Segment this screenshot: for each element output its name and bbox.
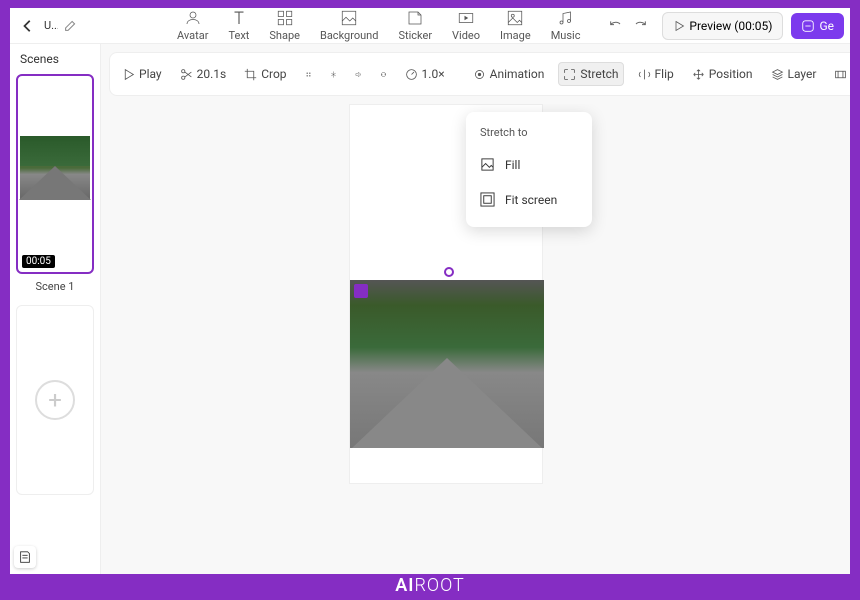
scene-thumbnail xyxy=(20,136,90,200)
project-title[interactable]: U... xyxy=(44,19,58,32)
scenes-panel: Scenes 00:05 Scene 1 + xyxy=(10,44,101,574)
speed-button[interactable]: 1.0× xyxy=(401,63,449,85)
generate-icon xyxy=(801,19,815,33)
top-bar: U... Avatar Text Shape Background xyxy=(10,8,850,44)
dropdown-heading: Stretch to xyxy=(466,122,592,147)
scene-card[interactable]: 00:05 xyxy=(16,74,94,274)
tool-music[interactable]: Music xyxy=(551,9,581,42)
stretch-button[interactable]: Stretch xyxy=(558,62,623,86)
timeline-icon xyxy=(834,68,847,81)
flip-button[interactable]: Flip xyxy=(634,63,678,85)
position-icon xyxy=(692,68,705,81)
layer-button[interactable]: Layer xyxy=(767,63,821,85)
tool-text[interactable]: Text xyxy=(228,9,249,42)
volume-icon[interactable] xyxy=(351,67,366,82)
pencil-icon[interactable] xyxy=(64,19,77,32)
position-button[interactable]: Position xyxy=(688,63,757,85)
timeline-button[interactable]: Timeline xyxy=(830,63,850,85)
play-icon xyxy=(122,68,135,81)
back-button[interactable] xyxy=(16,14,40,38)
flip-icon xyxy=(638,68,651,81)
duration-button[interactable]: 20.1s xyxy=(176,63,231,85)
canvas-content[interactable]: Stretch to Fill Fit screen xyxy=(101,104,850,574)
dropdown-option-fit[interactable]: Fit screen xyxy=(466,182,592,217)
shape-icon xyxy=(276,9,294,27)
scene-duration-badge: 00:05 xyxy=(22,255,55,268)
note-icon xyxy=(18,550,32,564)
generate-button[interactable]: Ge xyxy=(791,13,844,39)
fit-screen-icon xyxy=(480,192,495,207)
animation-button[interactable]: Animation xyxy=(469,63,549,85)
layer-icon xyxy=(771,68,784,81)
chevron-left-icon xyxy=(21,19,35,33)
text-icon xyxy=(230,9,248,27)
sticker-icon xyxy=(406,9,424,27)
stretch-icon xyxy=(563,68,576,81)
animation-icon xyxy=(473,68,486,81)
stretch-dropdown: Stretch to Fill Fit screen xyxy=(466,112,592,227)
music-icon xyxy=(557,9,575,27)
play-button[interactable]: Play xyxy=(118,63,166,85)
tool-background[interactable]: Background xyxy=(320,9,378,42)
add-scene-button[interactable]: + xyxy=(16,305,94,495)
canvas-area: Play 20.1s Crop 1.0× xyxy=(101,44,850,574)
image-icon xyxy=(506,9,524,27)
fill-icon xyxy=(480,157,495,172)
rotate-handle[interactable] xyxy=(444,267,454,277)
dropdown-option-fill[interactable]: Fill xyxy=(466,147,592,182)
scene-name: Scene 1 xyxy=(36,280,75,293)
scenes-heading: Scenes xyxy=(20,52,59,66)
redo-icon[interactable] xyxy=(632,18,648,34)
tool-sticker[interactable]: Sticker xyxy=(398,9,432,42)
play-icon xyxy=(673,20,685,32)
avatar-icon xyxy=(184,9,202,27)
undo-icon[interactable] xyxy=(608,18,624,34)
preview-button[interactable]: Preview (00:05) xyxy=(662,12,783,40)
brand-logo: AIROOT xyxy=(0,575,860,596)
canvas-image[interactable] xyxy=(350,280,544,448)
canvas-toolbar: Play 20.1s Crop 1.0× xyxy=(109,52,850,96)
tool-avatar[interactable]: Avatar xyxy=(177,9,208,42)
speed-icon xyxy=(405,68,418,81)
image-badge-icon xyxy=(354,284,368,298)
tool-video[interactable]: Video xyxy=(452,9,480,42)
insert-tools: Avatar Text Shape Background Sticker Vid… xyxy=(177,9,580,42)
scissors-icon xyxy=(180,68,193,81)
video-icon xyxy=(457,9,475,27)
adjust-icon[interactable] xyxy=(326,67,341,82)
tool-shape[interactable]: Shape xyxy=(269,9,300,42)
notes-button[interactable] xyxy=(14,546,36,568)
filter-icon[interactable] xyxy=(301,67,316,82)
crop-button[interactable]: Crop xyxy=(240,63,290,85)
background-icon xyxy=(340,9,358,27)
tool-image[interactable]: Image xyxy=(500,9,531,42)
loop-icon[interactable] xyxy=(376,67,391,82)
crop-icon xyxy=(244,68,257,81)
plus-icon: + xyxy=(35,380,75,420)
